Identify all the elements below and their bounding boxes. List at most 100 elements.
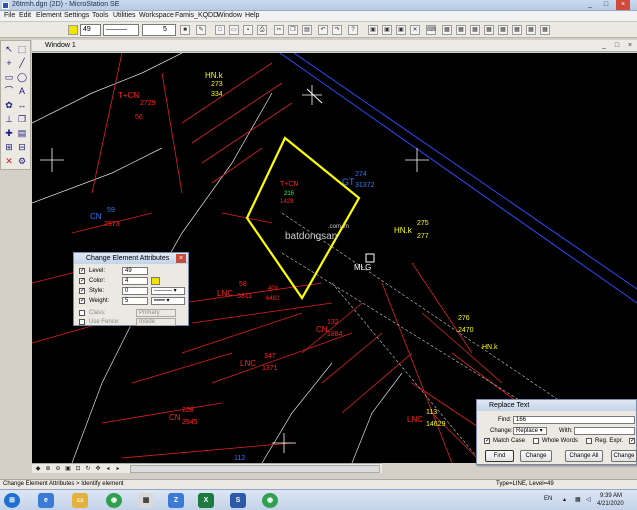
menu-utilities[interactable]: Utilities xyxy=(113,12,136,19)
volume-icon[interactable]: ◁ xyxy=(586,496,591,503)
window-area-icon[interactable]: ▣ xyxy=(64,465,72,473)
group-icon[interactable]: ⊞ xyxy=(3,141,15,153)
ie-icon[interactable]: e xyxy=(38,493,54,508)
horizontal-scrollbar[interactable] xyxy=(130,465,380,473)
undo-icon[interactable]: ↶ xyxy=(318,25,328,35)
change-mode-dropdown[interactable]: Replace ▾ xyxy=(513,427,547,435)
menu-help[interactable]: Help xyxy=(245,12,259,19)
weight-dropdown[interactable]: ━━━ ▾ xyxy=(151,297,185,305)
maximize-button[interactable]: □ xyxy=(599,0,613,10)
zalo-icon[interactable]: Z xyxy=(168,493,184,508)
find-button[interactable]: Find xyxy=(485,450,514,462)
menu-workspace[interactable]: Workspace xyxy=(139,12,174,19)
chrome-icon-2[interactable]: ◉ xyxy=(262,493,278,508)
delete-view-icon[interactable]: ✕ xyxy=(410,25,420,35)
place-arc-icon[interactable]: ⌒ xyxy=(3,85,15,97)
start-button-icon[interactable]: ⊞ xyxy=(4,493,20,508)
tool-f-icon[interactable]: ▦ xyxy=(512,25,522,35)
paint-icon[interactable]: ✎ xyxy=(196,25,206,35)
fence-icon[interactable]: ⬚ xyxy=(16,43,28,55)
menu-settings[interactable]: Settings xyxy=(64,12,89,19)
view-close-button[interactable]: × xyxy=(623,41,637,51)
pan-view-icon[interactable]: ✥ xyxy=(94,465,102,473)
use-fence-checkbox[interactable] xyxy=(79,319,85,325)
keyin-icon[interactable]: ⌨ xyxy=(426,25,436,35)
style-field[interactable]: 0 xyxy=(122,287,148,295)
measure-icon[interactable]: ⊥ xyxy=(3,113,15,125)
paste-icon[interactable]: ▤ xyxy=(302,25,312,35)
dimension-icon[interactable]: ↔ xyxy=(16,99,28,111)
style-dropdown[interactable]: ——— ▾ xyxy=(151,287,185,295)
match-case-checkbox[interactable]: ✓ xyxy=(484,438,490,444)
active-color-swatch[interactable] xyxy=(68,25,78,35)
change-button[interactable]: Change xyxy=(520,450,552,462)
weight-field[interactable]: 5 xyxy=(122,297,148,305)
excel-icon[interactable]: X xyxy=(198,493,214,508)
change-all-button[interactable]: Change All xyxy=(565,450,603,462)
view-next-icon[interactable]: ▸ xyxy=(114,465,122,473)
zoom-in-icon[interactable]: ⊕ xyxy=(44,465,52,473)
color-field[interactable]: 4 xyxy=(122,277,148,285)
class-dropdown[interactable]: Primary xyxy=(136,309,176,317)
place-block-icon[interactable]: ▭ xyxy=(3,71,15,83)
menu-element[interactable]: Element xyxy=(36,12,62,19)
tray-up-arrow-icon[interactable]: ▴ xyxy=(563,496,566,503)
active-level-field[interactable]: 49 xyxy=(80,24,101,36)
line-style-dropdown[interactable]: ——— xyxy=(103,24,139,36)
app-icon-1[interactable]: ▦ xyxy=(138,493,154,508)
rotate-view-icon[interactable]: ↻ xyxy=(84,465,92,473)
cut-icon[interactable]: ✂ xyxy=(274,25,284,35)
menu-file[interactable]: File xyxy=(4,12,15,19)
open-folder-icon[interactable]: ▭ xyxy=(229,25,239,35)
place-circle-icon[interactable]: ◯ xyxy=(16,71,28,83)
update-view-icon[interactable]: ◆ xyxy=(34,465,42,473)
delete-element-icon[interactable]: ✕ xyxy=(3,155,15,167)
tool-c-icon[interactable]: ▦ xyxy=(470,25,480,35)
change-attrs-close-button[interactable]: × xyxy=(176,254,186,263)
line-weight-dropdown[interactable]: 5 xyxy=(142,24,176,36)
element-icon[interactable]: ■ xyxy=(180,25,190,35)
reg-expr-checkbox[interactable] xyxy=(586,438,592,444)
tool-d-icon[interactable]: ▦ xyxy=(484,25,494,35)
menu-window[interactable]: Window xyxy=(217,12,242,19)
zoom-out-icon[interactable]: ⊖ xyxy=(54,465,62,473)
color-checkbox[interactable]: ✓ xyxy=(79,278,85,284)
print-icon[interactable]: ⎙ xyxy=(257,25,267,35)
file-explorer-icon[interactable]: ▭ xyxy=(72,493,88,508)
menu-edit[interactable]: Edit xyxy=(19,12,31,19)
whole-words-checkbox[interactable] xyxy=(533,438,539,444)
fit-view-icon[interactable]: ⊡ xyxy=(74,465,82,473)
drop-icon[interactable]: ⊟ xyxy=(16,141,28,153)
view-tool-3-icon[interactable]: ▣ xyxy=(396,25,406,35)
place-point-icon[interactable]: + xyxy=(3,57,15,69)
place-text-icon[interactable]: A xyxy=(16,85,28,97)
misc-tool-icon[interactable]: ⚙ xyxy=(16,155,28,167)
tool-h-icon[interactable]: ▦ xyxy=(540,25,550,35)
clock-time[interactable]: 9:39 AM xyxy=(600,493,622,499)
view-maximize-button[interactable]: □ xyxy=(610,41,624,51)
view-minimize-button[interactable]: _ xyxy=(597,41,611,51)
color-swatch[interactable] xyxy=(151,277,160,285)
class-checkbox[interactable] xyxy=(79,310,85,316)
language-indicator[interactable]: EN xyxy=(544,496,552,502)
copy-icon[interactable]: ❐ xyxy=(288,25,298,35)
use-fence-dropdown[interactable]: Inside xyxy=(136,318,176,326)
with-field[interactable] xyxy=(574,427,635,435)
chrome-icon[interactable]: ◉ xyxy=(106,493,122,508)
level-field[interactable]: 49 xyxy=(122,267,148,275)
find-field[interactable]: 166 xyxy=(513,416,635,424)
tool-g-icon[interactable]: ▦ xyxy=(526,25,536,35)
place-line-icon[interactable]: ╱ xyxy=(16,57,28,69)
new-file-icon[interactable]: □ xyxy=(215,25,225,35)
network-icon[interactable]: ▦ xyxy=(575,496,581,503)
close-button[interactable]: × xyxy=(616,0,630,10)
tool-a-icon[interactable]: ▦ xyxy=(442,25,452,35)
save-icon[interactable]: ▪ xyxy=(243,25,253,35)
modify-icon[interactable]: ✚ xyxy=(3,127,15,139)
help-icon[interactable]: ? xyxy=(348,25,358,35)
tool-e-icon[interactable]: ▦ xyxy=(498,25,508,35)
style-checkbox[interactable]: ✓ xyxy=(79,288,85,294)
menu-tools[interactable]: Tools xyxy=(92,12,108,19)
select-arrow-icon[interactable]: ↖ xyxy=(3,43,15,55)
clock-date[interactable]: 4/21/2020 xyxy=(597,501,624,507)
